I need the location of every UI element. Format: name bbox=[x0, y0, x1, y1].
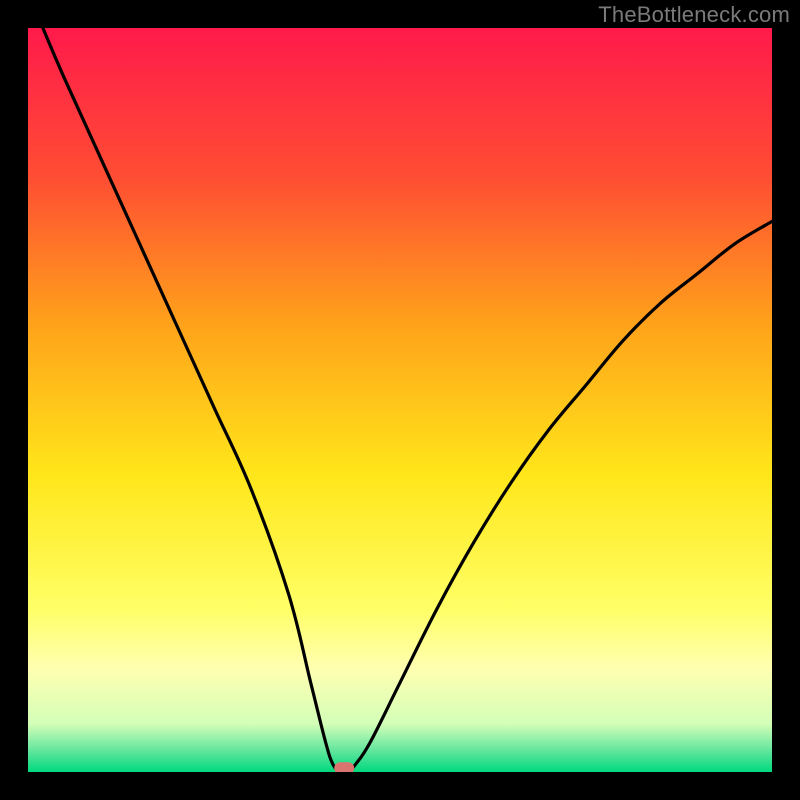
chart-frame: TheBottleneck.com bbox=[0, 0, 800, 800]
optimal-marker bbox=[334, 762, 354, 774]
plot-background bbox=[28, 28, 772, 772]
watermark-text: TheBottleneck.com bbox=[598, 2, 790, 28]
bottleneck-chart bbox=[0, 0, 800, 800]
